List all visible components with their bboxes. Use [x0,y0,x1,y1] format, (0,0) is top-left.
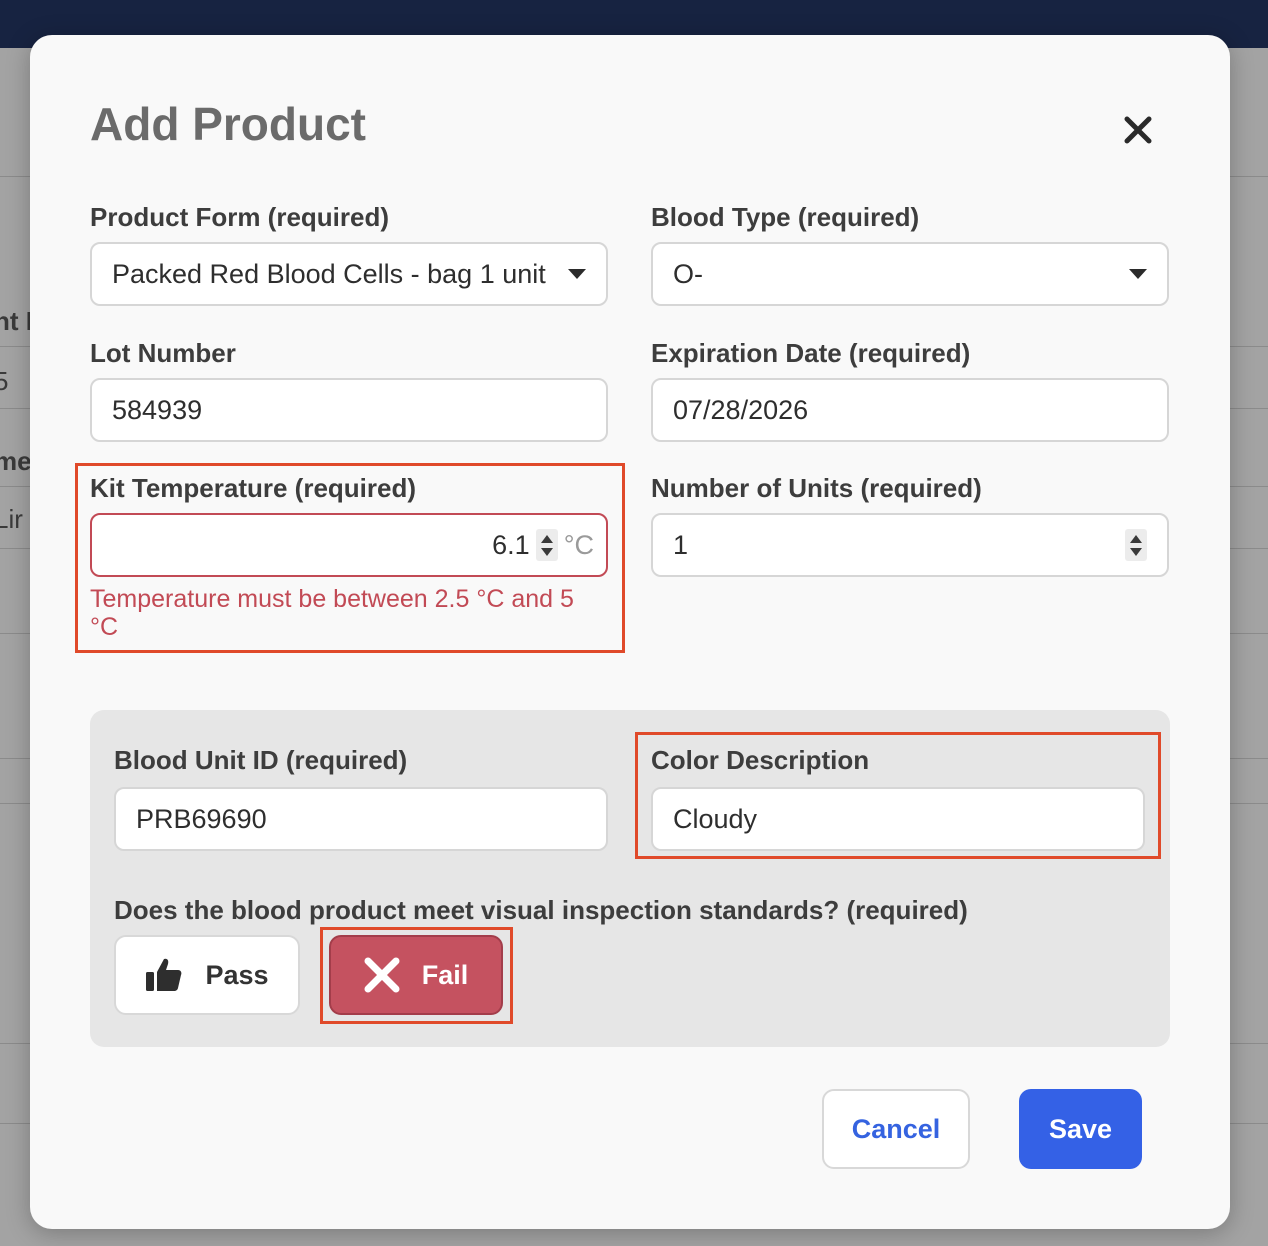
thumbs-up-icon [146,958,182,991]
product-form-select[interactable]: Packed Red Blood Cells - bag 1 unit [90,242,608,306]
expiration-date-label: Expiration Date (required) [651,338,971,368]
close-icon [1124,116,1152,144]
number-of-units-label: Number of Units (required) [651,473,982,503]
kit-temperature-value: 6.1 [492,529,530,560]
lot-number-input[interactable]: 584939 [90,378,608,442]
temperature-error-message: Temperature must be between 2.5 °C and 5… [90,585,574,641]
save-label: Save [1048,1113,1113,1144]
stepper-down-icon [1130,547,1142,556]
stepper-down-icon [540,547,553,556]
color-description-label: Color Description [651,745,870,775]
blood-unit-id-label: Blood Unit ID (required) [114,745,408,775]
expiration-date-input[interactable]: 07/28/2026 [651,378,1169,442]
x-icon [364,957,400,993]
background-text: 5 [0,366,9,396]
fail-button[interactable]: Fail [329,935,503,1015]
color-description-input[interactable]: Cloudy [651,787,1145,851]
close-button[interactable] [1117,109,1159,151]
chevron-down-icon [1129,269,1147,279]
blood-type-label: Blood Type (required) [651,202,920,232]
number-of-units-value: 1 [673,529,689,560]
number-of-units-input[interactable]: 1 [651,513,1169,577]
background-text: me [0,446,32,476]
modal-title: Add Product [90,98,366,150]
lot-number-label: Lot Number [90,338,236,368]
blood-type-value: O- [673,258,703,289]
background-text: Lir [0,504,23,534]
blood-unit-id-value: PRB69690 [136,803,267,834]
cancel-button[interactable]: Cancel [822,1089,970,1169]
expiration-date-value: 07/28/2026 [673,394,809,425]
stepper-up-icon [540,534,553,543]
product-form-value: Packed Red Blood Cells - bag 1 unit [112,258,546,289]
blood-type-select[interactable]: O- [651,242,1169,306]
inspection-question: Does the blood product meet visual inspe… [114,895,968,925]
chevron-down-icon [568,269,586,279]
background-text: nt I [0,306,33,336]
stepper-up-icon [1130,534,1142,543]
kit-temperature-input[interactable]: 6.1 °C [90,513,608,577]
blood-unit-id-input[interactable]: PRB69690 [114,787,608,851]
units-stepper[interactable] [1125,529,1147,561]
temperature-stepper[interactable] [535,529,558,561]
pass-label: Pass [205,959,269,990]
save-button[interactable]: Save [1019,1089,1142,1169]
cancel-label: Cancel [851,1113,941,1144]
kit-temperature-label: Kit Temperature (required) [90,473,417,503]
add-product-modal: Add Product Product Form (required) Pack… [30,35,1230,1229]
temperature-unit: °C [563,529,594,560]
product-form-label: Product Form (required) [90,202,390,232]
fail-label: Fail [421,959,469,990]
color-description-value: Cloudy [673,803,758,834]
lot-number-value: 584939 [112,394,203,425]
pass-button[interactable]: Pass [114,935,300,1015]
